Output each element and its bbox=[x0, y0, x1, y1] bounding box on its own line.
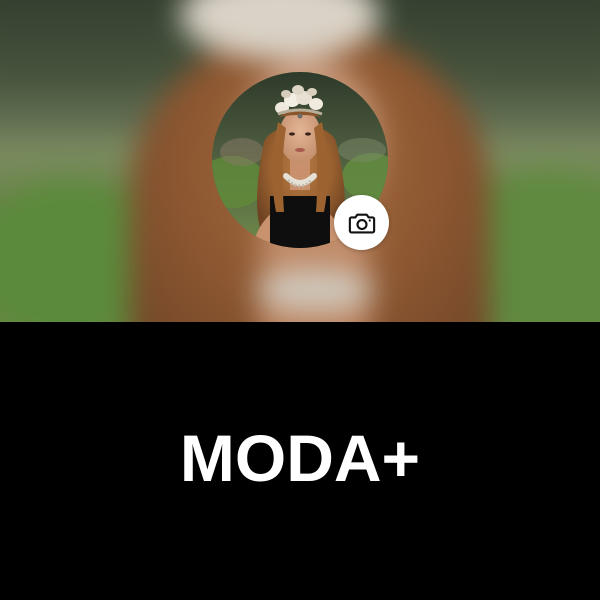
camera-icon bbox=[348, 213, 375, 233]
profile-name: MODA+ bbox=[179, 421, 421, 495]
profile-header: MODA+ bbox=[0, 322, 600, 600]
profile-screen: MODA+ bbox=[0, 0, 600, 600]
change-photo-button[interactable] bbox=[334, 195, 389, 250]
